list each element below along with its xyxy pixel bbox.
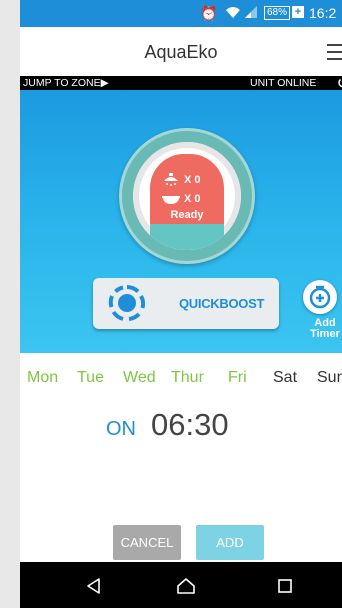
schedule-state-toggle[interactable]: ON: [106, 418, 136, 441]
status-time: 16:2: [309, 5, 337, 21]
bath-count: X 0: [184, 193, 201, 205]
zone-bar: JUMP TO ZONE▶ UNIT ONLINE: [20, 76, 342, 90]
app-title: AquaEko: [144, 42, 218, 62]
back-icon[interactable]: [85, 577, 103, 595]
bath-icon: [162, 196, 180, 204]
jump-to-zone-label: JUMP TO ZONE: [23, 77, 101, 89]
quickboost-button[interactable]: QUICKBOOST: [93, 278, 279, 329]
day-sat[interactable]: Sat: [273, 369, 297, 387]
schedule-entry: ON 06:30: [20, 404, 342, 444]
add-button[interactable]: ADD: [196, 525, 264, 560]
day-selector: Mon Tue Wed Thur Fri Sat Sun: [20, 369, 342, 391]
add-timer-button[interactable]: Add Timer: [303, 280, 342, 340]
status-bar: ⏰ 68% + 16:2: [20, 0, 342, 27]
shower-icon: [164, 173, 178, 186]
alarm-icon: ⏰: [200, 5, 218, 21]
caret-right-icon: ▶: [100, 77, 109, 89]
tank-graphic: X 0 X 0 Ready: [150, 154, 224, 250]
schedule-time[interactable]: 06:30: [151, 407, 229, 443]
add-timer-label: Add Timer: [310, 317, 340, 340]
day-thur[interactable]: Thur: [171, 369, 204, 387]
day-wed[interactable]: Wed: [123, 369, 156, 387]
main-panel: X 0 X 0 Ready QUICKBOOST Add Timer: [20, 90, 342, 353]
menu-icon[interactable]: [327, 44, 342, 60]
jump-to-zone-link[interactable]: JUMP TO ZONE▶: [23, 76, 109, 90]
tank-dial[interactable]: X 0 X 0 Ready: [119, 128, 255, 264]
left-gutter: [0, 0, 20, 608]
cancel-button[interactable]: CANCEL: [113, 525, 181, 560]
bath-count-row: X 0: [162, 192, 220, 206]
signal-icon: [244, 5, 258, 22]
day-fri[interactable]: Fri: [228, 369, 247, 387]
tank-cold-section: [150, 224, 224, 250]
quickboost-icon: [108, 285, 146, 321]
shower-count-row: X 0: [162, 173, 220, 187]
tank-state: Ready: [170, 209, 204, 221]
tank-dial-face: X 0 X 0 Ready: [133, 142, 241, 250]
add-timer-icon: [303, 280, 337, 314]
day-tue[interactable]: Tue: [77, 369, 104, 387]
home-icon[interactable]: [177, 577, 195, 595]
wifi-icon: [225, 5, 241, 22]
day-sun[interactable]: Sun: [317, 369, 342, 387]
phone-screen: ⏰ 68% + 16:2 AquaEko JUMP TO ZONE▶ UNIT …: [20, 0, 342, 608]
shower-count: X 0: [184, 174, 201, 186]
charging-icon: +: [292, 6, 304, 18]
quickboost-label: QUICKBOOST: [179, 296, 265, 311]
day-mon[interactable]: Mon: [27, 369, 58, 387]
recents-icon[interactable]: [276, 577, 294, 595]
navigation-bar: [20, 562, 342, 608]
unit-status: UNIT ONLINE: [250, 77, 317, 89]
battery-icon: 68%: [264, 6, 291, 20]
app-bar: AquaEko: [20, 27, 342, 76]
